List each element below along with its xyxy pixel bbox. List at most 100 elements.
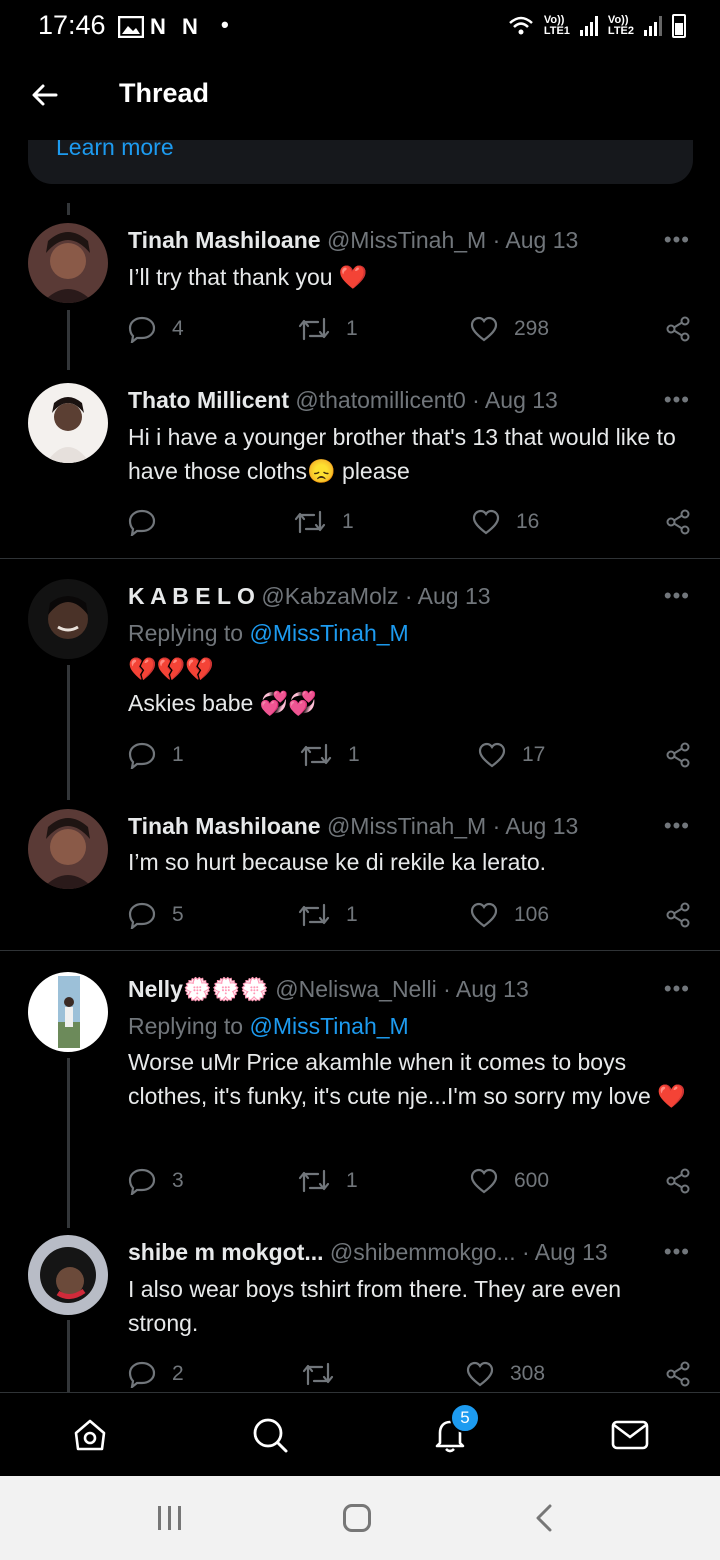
replying-to: Replying to @MissTinah_M (128, 1013, 409, 1040)
more-options-icon[interactable]: ••• (664, 227, 690, 253)
share-button[interactable] (664, 739, 692, 771)
share-icon (666, 509, 690, 535)
tweet-actions: 4 1 298 (128, 313, 693, 345)
author-name[interactable]: Tinah Mashiloane (128, 813, 321, 839)
retweet-icon (302, 1362, 334, 1386)
retweet-button[interactable]: 1 (300, 739, 360, 771)
retweet-icon (298, 903, 330, 927)
avatar[interactable] (28, 1235, 108, 1315)
retweet-count: 1 (348, 743, 360, 766)
replying-handle[interactable]: @MissTinah_M (249, 1013, 408, 1039)
retweet-icon (298, 1169, 330, 1193)
reply-button[interactable]: 1 (128, 739, 184, 771)
tweet-date: · Aug 13 (472, 387, 558, 413)
tweet-meta: Tinah Mashiloane @MissTinah_M · Aug 13 (128, 813, 578, 840)
author-handle: @MissTinah_M (326, 227, 487, 253)
thread-line (67, 1320, 70, 1392)
more-options-icon[interactable]: ••• (664, 813, 690, 839)
author-name[interactable]: shibe m mokgot... (128, 1239, 324, 1265)
home-button-icon[interactable] (343, 1504, 371, 1532)
reply-count: 1 (172, 743, 184, 766)
heart-icon (470, 902, 498, 928)
avatar[interactable] (28, 223, 108, 303)
network-label-2: Vo)) LTE2 (607, 14, 634, 37)
like-button[interactable]: 308 (466, 1358, 545, 1390)
author-name[interactable]: K A B E L O (128, 583, 255, 609)
like-button[interactable]: 17 (478, 739, 545, 771)
signal-icon-2 (644, 16, 662, 36)
author-handle: @KabzaMolz (261, 583, 399, 609)
tweet-meta: Nelly💮💮💮 @Neliswa_Nelli · Aug 13 (128, 976, 529, 1003)
page-title: Thread (119, 78, 210, 108)
search-icon[interactable] (250, 1415, 290, 1455)
author-name[interactable]: Thato Millicent (128, 387, 289, 413)
replying-handle[interactable]: @MissTinah_M (249, 620, 408, 646)
reply-button[interactable]: 2 (128, 1358, 184, 1390)
reply-icon (128, 902, 156, 929)
reply-button[interactable]: 5 (128, 899, 184, 931)
tweet-text: I’ll try that thank you ❤️ (128, 264, 368, 290)
reply-button[interactable]: 3 (128, 1165, 184, 1197)
reply-icon (128, 1168, 156, 1195)
thread-line (67, 310, 70, 370)
like-button[interactable]: 298 (470, 313, 549, 345)
avatar[interactable] (28, 809, 108, 889)
like-button[interactable]: 106 (470, 899, 549, 931)
share-icon (666, 1168, 690, 1194)
share-button[interactable] (664, 1358, 692, 1390)
share-button[interactable] (664, 1165, 692, 1197)
retweet-button[interactable]: 1 (298, 899, 358, 931)
reply-button[interactable]: 4 (128, 313, 184, 345)
status-bar: 17:46 N N • Vo)) LTE1 Vo)) LTE2 (0, 0, 720, 56)
tweet-meta: K A B E L O @KabzaMolz · Aug 13 (128, 583, 491, 610)
like-count: 16 (516, 510, 540, 533)
like-button[interactable]: 600 (470, 1165, 549, 1197)
retweet-button[interactable]: 1 (298, 313, 358, 345)
tweet-actions: 5 1 106 (128, 899, 693, 931)
like-count: 308 (510, 1362, 546, 1385)
like-count: 17 (522, 743, 546, 766)
retweet-button[interactable] (302, 1358, 350, 1390)
share-icon (666, 1361, 690, 1387)
reply-count: 3 (172, 1169, 184, 1192)
wifi-icon (509, 16, 533, 35)
reply-button[interactable] (128, 506, 172, 538)
reply-count: 5 (172, 903, 184, 926)
tweet-text: Hi i have a younger brother that's 13 th… (128, 424, 676, 484)
recent-apps-icon[interactable] (156, 1505, 184, 1531)
system-back-icon[interactable] (534, 1504, 554, 1532)
home-icon[interactable] (70, 1415, 110, 1455)
tweet-actions: 1 16 (128, 506, 693, 538)
thread-line (67, 1058, 70, 1228)
dot-icon: • (221, 12, 229, 37)
reply-icon (128, 1361, 156, 1388)
share-button[interactable] (664, 899, 692, 931)
share-button[interactable] (664, 506, 692, 538)
status-time: 17:46 (38, 10, 106, 40)
author-handle: @thatomillicent0 (295, 387, 466, 413)
retweet-button[interactable]: 1 (294, 506, 354, 538)
author-name[interactable]: Tinah Mashiloane (128, 227, 321, 253)
tweet-text: I’m so hurt because ke di rekile ka lera… (128, 849, 547, 875)
retweet-count: 1 (346, 1169, 358, 1192)
more-options-icon[interactable]: ••• (664, 583, 690, 609)
author-name[interactable]: Nelly💮💮💮 (128, 976, 269, 1002)
more-options-icon[interactable]: ••• (664, 1239, 690, 1265)
share-icon (666, 902, 690, 928)
divider (0, 558, 720, 559)
bottom-nav: 5 (0, 1392, 720, 1477)
avatar[interactable] (28, 383, 108, 463)
reply-count: 2 (172, 1362, 184, 1385)
reply-icon (128, 509, 156, 536)
messages-icon[interactable] (610, 1415, 650, 1455)
more-options-icon[interactable]: ••• (664, 976, 690, 1002)
thread-line (67, 665, 70, 800)
avatar[interactable] (28, 972, 108, 1052)
retweet-button[interactable]: 1 (298, 1165, 358, 1197)
back-arrow-icon[interactable] (28, 78, 62, 112)
like-button[interactable]: 16 (472, 506, 539, 538)
share-button[interactable] (664, 313, 692, 345)
avatar[interactable] (28, 579, 108, 659)
more-options-icon[interactable]: ••• (664, 387, 690, 413)
tweet-meta: shibe m mokgot... @shibemmokgo... · Aug … (128, 1239, 608, 1266)
